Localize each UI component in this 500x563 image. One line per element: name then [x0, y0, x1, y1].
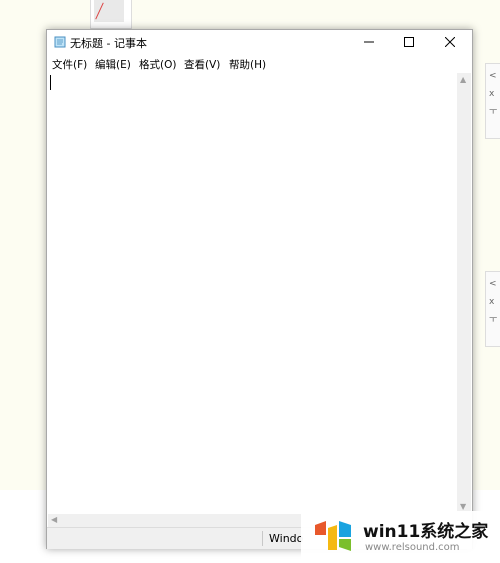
notepad-icon	[54, 36, 66, 48]
win11-logo-icon	[315, 521, 351, 551]
card-char: <	[489, 279, 497, 289]
card-char: ㅜ	[489, 107, 498, 117]
minimize-icon	[364, 41, 374, 43]
scroll-left-icon[interactable]: ◀	[51, 516, 57, 524]
notepad-window: 无标题 - 记事本 文件(F) 编辑(E) 格式(O) 查看(V) 帮助(H) …	[46, 29, 473, 549]
watermark-url: www.relsound.com	[365, 542, 460, 553]
menu-help[interactable]: 帮助(H)	[229, 57, 266, 72]
card-char: <	[489, 71, 497, 81]
card-char: ㅜ	[489, 315, 498, 325]
close-button[interactable]	[429, 30, 471, 54]
menu-file[interactable]: 文件(F)	[52, 57, 87, 72]
card-char: x	[489, 89, 495, 99]
logo-shard-yellow	[328, 525, 337, 550]
logo-shard-orange	[315, 521, 326, 535]
background-thumbnail	[90, 0, 132, 29]
menu-edit[interactable]: 编辑(E)	[95, 57, 131, 72]
card-char: x	[489, 297, 495, 307]
status-separator	[262, 531, 263, 546]
menu-format[interactable]: 格式(O)	[139, 57, 176, 72]
scroll-down-icon[interactable]: ▼	[460, 503, 466, 511]
watermark-brand: win11系统之家	[363, 522, 489, 542]
background-card-2: < x ㅜ	[485, 271, 500, 347]
minimize-button[interactable]	[348, 30, 390, 54]
status-line-ending: Windo	[269, 532, 304, 545]
watermark: win11系统之家 www.relsound.com	[301, 511, 497, 559]
background-card-1: < x ㅜ	[485, 63, 500, 139]
menu-view[interactable]: 查看(V)	[184, 57, 220, 72]
close-icon	[445, 37, 455, 47]
vertical-scrollbar[interactable]: ▲ ▼	[457, 73, 471, 514]
menu-bar: 文件(F) 编辑(E) 格式(O) 查看(V) 帮助(H)	[47, 55, 472, 73]
logo-shard-green	[339, 539, 351, 551]
maximize-button[interactable]	[388, 30, 430, 54]
logo-shard-blue	[339, 521, 351, 537]
maximize-icon	[404, 37, 414, 47]
window-title: 无标题 - 记事本	[70, 37, 147, 50]
text-caret	[50, 75, 51, 90]
scroll-up-icon[interactable]: ▲	[460, 76, 466, 84]
text-editor[interactable]	[48, 73, 457, 514]
title-bar[interactable]: 无标题 - 记事本	[47, 30, 472, 54]
